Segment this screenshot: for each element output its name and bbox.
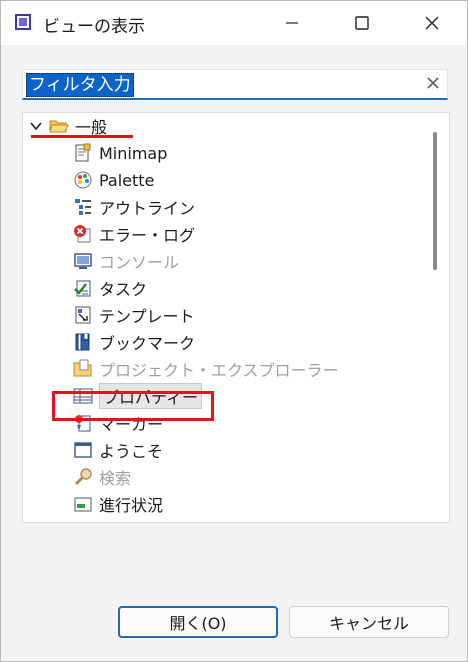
tree-item-label: テンプレート (99, 307, 195, 326)
window-title: ビューの表示 (43, 17, 145, 37)
close-icon (425, 16, 439, 30)
minimap-icon (75, 143, 91, 162)
project-explorer-icon (73, 359, 92, 377)
tree-item[interactable]: プロジェクト・エクスプローラー (73, 356, 339, 382)
tree-item[interactable]: ブックマーク (73, 329, 195, 355)
filter-field[interactable]: フィルタ入力 (22, 69, 448, 100)
tree-item-label: プロジェクト・エクスプローラー (99, 361, 339, 380)
scrollbar-thumb[interactable] (433, 132, 437, 270)
highlight-underline (31, 135, 133, 138)
tree-item[interactable]: テンプレート (73, 302, 195, 328)
tree-item[interactable]: タスク (73, 275, 147, 301)
app-icon (15, 14, 31, 30)
welcome-icon (74, 442, 92, 458)
templates-icon (75, 306, 91, 324)
title-bar: ビューの表示 (1, 1, 467, 45)
clear-icon[interactable] (425, 75, 441, 91)
tree-item-label: Minimap (99, 143, 168, 163)
open-button[interactable]: 開く(O) (118, 606, 278, 638)
maximize-button[interactable] (339, 1, 385, 45)
minimize-icon (286, 22, 298, 24)
tree-item-label: 検索 (99, 469, 132, 488)
tree-item-label: ブックマーク (99, 334, 196, 353)
folder-open-icon (49, 120, 69, 133)
tree-item-label: Palette (99, 170, 155, 190)
bookmarks-icon (75, 333, 90, 351)
tree-item-label: コンソール (99, 253, 180, 272)
tree-item-label: タスク (99, 280, 148, 299)
tree-item[interactable]: コンソール (73, 248, 179, 274)
tree-item[interactable]: エラー・ログ (73, 221, 195, 247)
filter-input[interactable]: フィルタ入力 (26, 73, 134, 97)
maximize-icon (355, 16, 369, 30)
progress-icon (74, 497, 92, 512)
palette-icon (74, 171, 92, 189)
tree-item[interactable]: 検索 (73, 464, 131, 490)
tasks-icon (74, 280, 91, 297)
highlight-box (52, 391, 214, 421)
tree-item-label: エラー・ログ (99, 226, 196, 245)
tree-item[interactable]: アウトライン (73, 194, 195, 220)
chevron-down-icon[interactable] (29, 119, 43, 133)
view-tree[interactable]: 一般 Minimap Palette アウトライン エラー・ログ コンソール タ… (22, 112, 450, 523)
tree-item[interactable]: Palette (73, 167, 154, 193)
tree-item[interactable]: ようこそ (73, 437, 163, 463)
tree-item-label: ようこそ (99, 442, 164, 461)
minimize-button[interactable] (269, 1, 315, 45)
console-icon (74, 253, 92, 269)
outline-icon (75, 199, 91, 215)
cancel-button[interactable]: キャンセル (289, 606, 449, 638)
close-button[interactable] (409, 1, 455, 45)
search-icon (74, 468, 92, 486)
tree-item-label: アウトライン (99, 199, 196, 218)
show-view-dialog: ビューの表示 フィルタ入力 一般 Minimap Palette アウトライン … (0, 0, 468, 662)
error-log-icon (74, 225, 91, 243)
tree-item-label: 進行状況 (99, 496, 164, 515)
tree-item[interactable]: Minimap (73, 140, 167, 166)
tree-item[interactable]: 進行状況 (73, 491, 163, 517)
